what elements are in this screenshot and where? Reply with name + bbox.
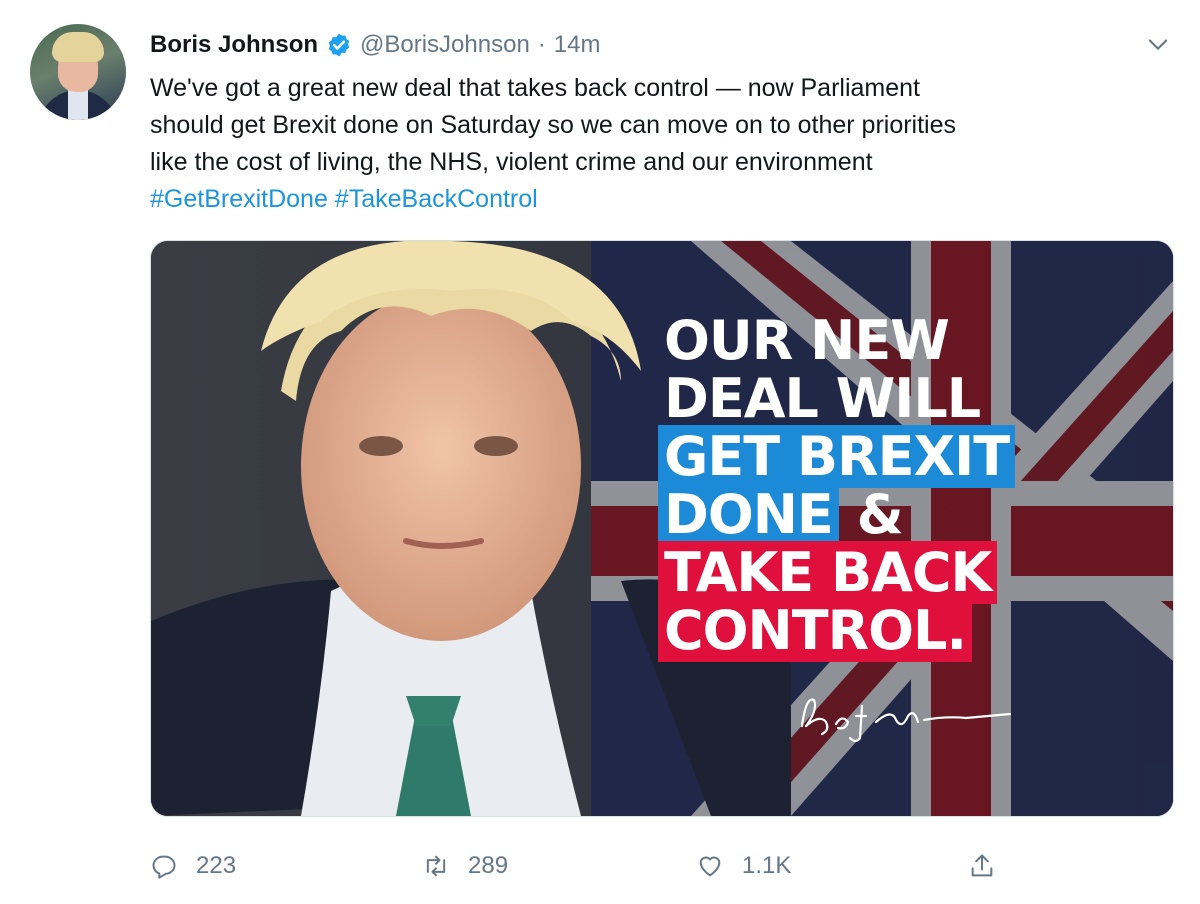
slogan-line-highlight-blue: GET BREXIT bbox=[658, 425, 1016, 488]
slogan-line: DEAL WILL bbox=[664, 367, 981, 430]
like-button[interactable]: 1.1K bbox=[696, 852, 791, 880]
slogan-line-highlight-red: TAKE BACK bbox=[658, 541, 998, 604]
heart-icon bbox=[699, 856, 721, 877]
hashtag-link[interactable]: #GetBrexitDone bbox=[150, 185, 328, 213]
reply-icon bbox=[152, 855, 176, 879]
retweet-icon bbox=[426, 855, 446, 877]
avatar-hair bbox=[52, 32, 104, 62]
avatar[interactable] bbox=[30, 24, 126, 120]
reply-button[interactable]: 223 bbox=[150, 852, 236, 880]
retweet-count: 289 bbox=[468, 852, 509, 879]
slogan-line-highlight-red: CONTROL. bbox=[658, 599, 972, 662]
retweet-button[interactable]: 289 bbox=[422, 852, 508, 880]
tweet-text-line: should get Brexit done on Saturday so we… bbox=[150, 111, 957, 139]
tweet-text-line: like the cost of living, the NHS, violen… bbox=[150, 148, 873, 176]
signature bbox=[800, 698, 1012, 743]
like-count: 1.1K bbox=[742, 852, 792, 879]
reply-count: 223 bbox=[196, 852, 237, 879]
slogan-ampersand: & bbox=[856, 483, 904, 546]
timestamp[interactable]: 14m bbox=[554, 31, 601, 59]
hashtag-link[interactable]: #TakeBackControl bbox=[335, 185, 538, 213]
hashtag-line: #GetBrexitDone #TakeBackControl bbox=[150, 181, 1160, 218]
tweet-text-line: We've got a great new deal that takes ba… bbox=[150, 74, 920, 102]
slogan-text: OUR NEW DEAL WILL GET BREXIT DONE & TAKE… bbox=[658, 309, 1016, 662]
share-button[interactable] bbox=[968, 852, 996, 880]
tweet-text: We've got a great new deal that takes ba… bbox=[150, 70, 1160, 218]
slogan-line-highlight-blue: DONE bbox=[658, 483, 839, 546]
separator-dot: · bbox=[537, 31, 546, 58]
tweet-actions: 223 289 1.1K bbox=[150, 845, 1172, 887]
verified-badge-icon bbox=[328, 33, 350, 57]
tweet: Boris Johnson @BorisJohnson · 14m We've … bbox=[0, 0, 1200, 904]
slogan-line: OUR NEW bbox=[664, 309, 950, 372]
avatar-shirt bbox=[68, 90, 88, 120]
handle[interactable]: @BorisJohnson bbox=[360, 31, 530, 59]
share-icon bbox=[971, 854, 993, 877]
display-name[interactable]: Boris Johnson bbox=[150, 31, 318, 59]
chevron-down-icon[interactable] bbox=[1144, 30, 1172, 58]
tweet-header: Boris Johnson @BorisJohnson · 14m bbox=[150, 28, 600, 62]
